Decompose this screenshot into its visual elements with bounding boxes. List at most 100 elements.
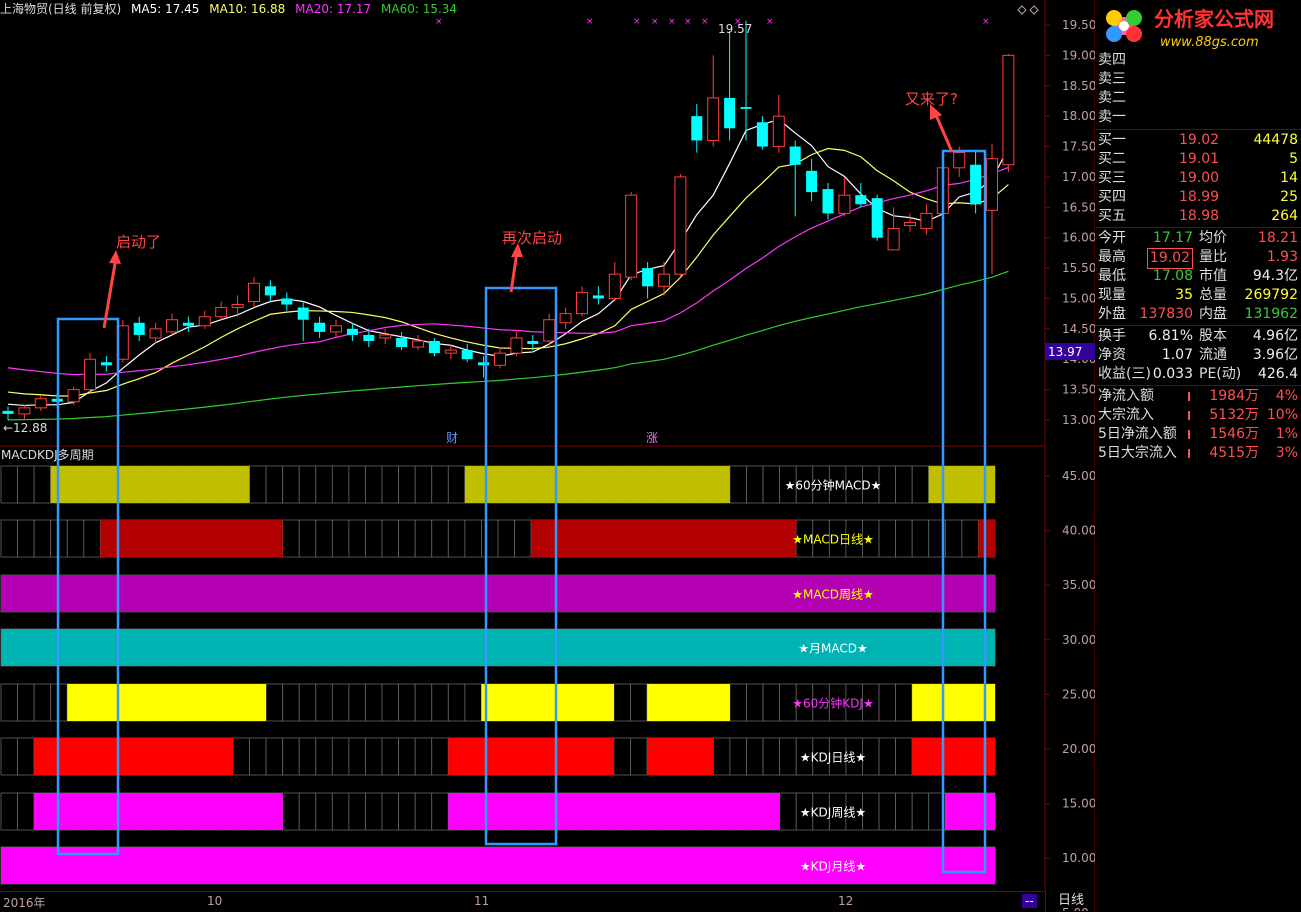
flow-value: 1984万 [1209,388,1259,404]
event-tag-zhang[interactable]: 涨 [646,430,658,445]
band-cell [315,792,333,831]
quote-divider-line [1095,129,1301,130]
flow-value: 5132万 [1209,407,1259,423]
flow-label: 5日净流入额 [1098,426,1177,442]
annotation-again: 又来了? [905,90,958,108]
buy-price: 19.02 [1179,132,1220,148]
candle-body [592,295,604,299]
band-cell [315,683,333,722]
candle-body [953,152,966,169]
candle-body [904,222,916,227]
band-cell [381,683,399,722]
current-price-label: 13.97 [1048,345,1082,359]
sell-label: 卖三 [1098,71,1126,87]
band-cell [895,683,913,722]
arrow-restart [509,251,519,293]
band-cell [613,737,631,776]
candle-body [297,307,309,320]
candle-body [510,337,523,354]
candle-body [166,319,178,333]
flow-row: 5日大宗流入 4515万 3% [1095,444,1301,463]
buy-label: 买一 [1098,132,1126,148]
buy-volume: 264 [1271,208,1298,224]
candle-body [34,398,47,409]
candle-body [363,334,375,341]
candle-body [314,322,326,332]
band-cell [17,465,35,504]
band-segment [34,738,233,775]
price-tick-label: 13.00 [1062,413,1095,427]
band-cell [514,519,532,558]
band-cell [878,683,896,722]
band-cell [282,465,300,504]
candle-body [887,228,900,251]
candle-body [428,341,440,354]
candle-body [756,122,768,147]
stat-value: 35 [1175,287,1193,303]
stat-label: 量比 [1199,249,1227,265]
band-cell [298,465,317,504]
signal-x-icon: × [766,17,774,27]
band-label: ★月MACD★ [798,642,868,656]
candle-body [215,307,228,318]
band-label: ★KDJ月线★ [800,860,866,874]
candle-body [478,362,490,366]
band-cell [298,683,317,722]
quote-panel: 卖四 卖三 卖二 卖一 买一 19.02 44478 买二 19.01 5 买三 19.00 14 买四 1… [1095,0,1301,463]
sell-label: 卖一 [1098,109,1126,125]
band-cell [431,683,449,722]
band-cell [398,519,416,558]
signal-x-icon: × [701,17,709,27]
buy-row: 买一 19.02 44478 [1095,131,1301,150]
band-cell [348,519,366,558]
band-segment [647,738,714,775]
flow-percent: 1% [1275,426,1298,442]
event-tag-cai[interactable]: 财 [446,431,458,445]
price-tick-label: 15.00 [1062,291,1095,305]
date-label-11: 11 [474,894,490,908]
flow-row: 大宗流入 5132万 10% [1095,406,1301,425]
stat-label: 最高 [1098,249,1126,265]
band-segment [912,738,995,775]
band-cell [17,792,35,831]
stat-value: 131962 [1244,306,1298,322]
period-selector[interactable]: 日线 [1045,891,1096,911]
sell-label: 卖二 [1098,90,1126,106]
band-label: ★KDJ日线★ [800,751,866,765]
arrow-start [102,257,118,329]
stat-label: 外盘 [1098,306,1126,322]
ma-lines: × × × × × × × × × × [7,5,1039,421]
stat-value: 1.93 [1266,249,1298,265]
signal-x-icon: × [684,17,692,27]
ind-tick-label: 25.00 [1062,687,1095,701]
flow-percent: 4% [1275,388,1298,404]
stat-label: 流通 [1199,347,1227,363]
candle-body [822,189,834,214]
price-tick-label: 16.00 [1062,231,1095,245]
candle-body [2,410,14,414]
candles [2,20,1015,420]
candle-body [248,282,260,302]
ma5-line [7,118,1009,407]
candle-body [494,352,506,366]
band-cell [365,737,383,776]
band-cell [878,465,896,504]
band-cell [365,792,383,831]
kline-chart[interactable]: 19.50 19.00 18.50 18.00 17.50 17.00 16.50 16.00… [0,0,1095,911]
flow-bar [1188,392,1190,401]
stat-row: 净资 1.07 流通 3.96亿 [1095,346,1301,365]
candle-body [527,341,539,345]
stat-row: 现量 35 总量 269792 [1095,286,1301,305]
stat-label: 均价 [1199,230,1227,246]
band-label: ★MACD日线★ [792,533,874,547]
candle-body [855,195,867,205]
signal-x-icon: × [435,17,443,27]
stat-value: 1.07 [1161,347,1193,363]
flow-bar [1188,449,1190,458]
band-cell [414,792,433,831]
candle-body [559,313,572,324]
band-cell [613,683,631,722]
ma10-line [7,147,1009,397]
band-cell [431,519,449,558]
stat-value: 19.02 [1146,248,1193,269]
